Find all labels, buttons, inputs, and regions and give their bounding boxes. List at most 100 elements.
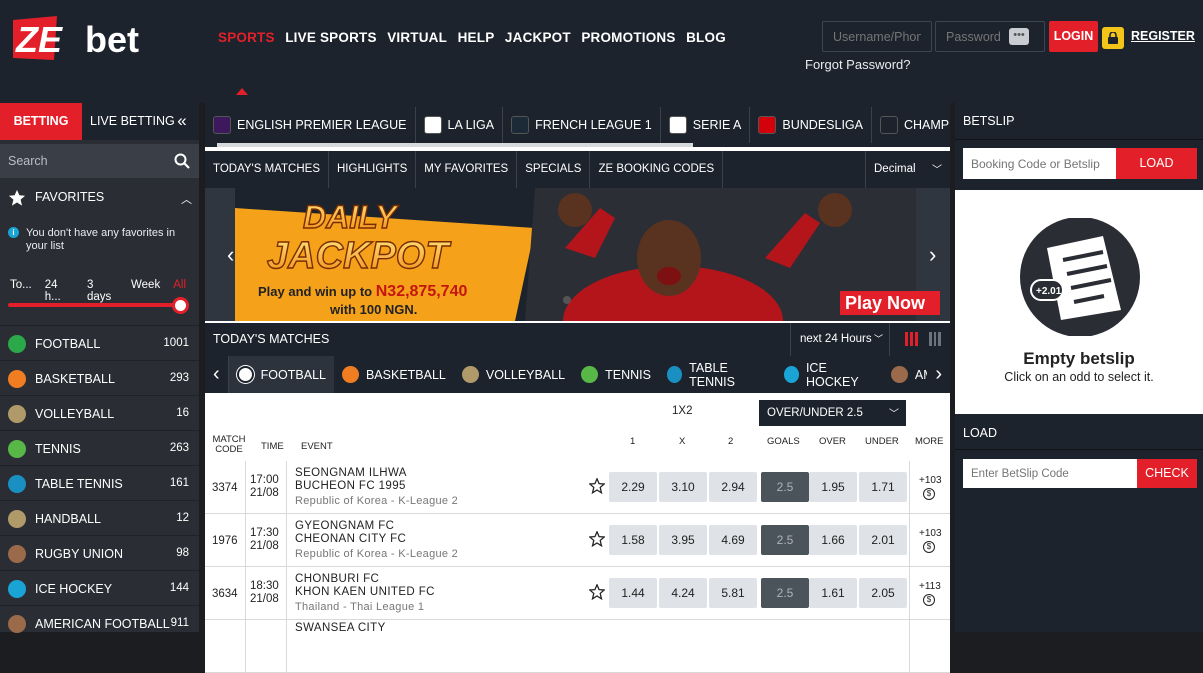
- odd-button-ox[interactable]: 3.95: [659, 525, 707, 555]
- load-button[interactable]: LOAD: [1116, 148, 1197, 179]
- subnav-highlights[interactable]: HIGHLIGHTS: [329, 151, 417, 188]
- sidebar-sport-item[interactable]: FOOTBALL 1001: [0, 325, 199, 360]
- more-markets-link[interactable]: +103: [919, 475, 942, 486]
- list-view-icon[interactable]: [905, 332, 921, 346]
- sport-tab-basketball[interactable]: BASKETBALL: [334, 356, 454, 393]
- sport-tab-volleyball[interactable]: VOLLEYBALL: [454, 356, 573, 393]
- home-team[interactable]: SWANSEA CITY: [295, 622, 386, 634]
- league-shortcut[interactable]: CHAMPIONS LEA: [872, 107, 950, 143]
- booking-code-input[interactable]: [963, 148, 1116, 179]
- grid-view-icon[interactable]: [929, 332, 942, 346]
- more-markets-icon[interactable]: $: [923, 594, 935, 606]
- home-team[interactable]: CHONBURI FC: [295, 573, 379, 585]
- odd-button-ov[interactable]: 1.61: [809, 578, 857, 608]
- promo-banner[interactable]: ‹ › DAILY JACKPOT Play and win up to N32…: [205, 188, 950, 321]
- username-input[interactable]: [822, 21, 932, 52]
- odd-button-o1[interactable]: 2.29: [609, 472, 657, 502]
- more-markets-icon[interactable]: $: [923, 541, 935, 553]
- time-range-select[interactable]: next 24 Hours ﹀: [790, 323, 890, 356]
- odd-button-o2[interactable]: 2.94: [709, 472, 757, 502]
- home-team[interactable]: GYEONGNAM FC: [295, 520, 394, 532]
- chevron-up-icon[interactable]: ︿: [181, 191, 192, 207]
- league-shortcut[interactable]: LA LIGA: [416, 107, 504, 143]
- market-select[interactable]: OVER/UNDER 2.5 ﹀: [759, 400, 906, 426]
- away-team[interactable]: KHON KAEN UNITED FC: [295, 586, 435, 598]
- more-markets-link[interactable]: +113: [919, 581, 941, 592]
- check-button[interactable]: CHECK: [1137, 459, 1197, 488]
- sport-tab-ice-hockey[interactable]: ICE HOCKEY: [776, 356, 883, 393]
- banner-next-arrow[interactable]: ›: [929, 242, 936, 267]
- time-filter-week[interactable]: Week: [131, 279, 160, 303]
- league-shortcut[interactable]: ENGLISH PREMIER LEAGUE: [205, 107, 416, 143]
- odd-button-un[interactable]: 2.01: [859, 525, 907, 555]
- sidebar-sport-item[interactable]: BASKETBALL 293: [0, 360, 199, 395]
- odd-button-un[interactable]: 1.71: [859, 472, 907, 502]
- banner-prev-arrow[interactable]: ‹: [227, 242, 234, 267]
- away-team[interactable]: CHEONAN CITY FC: [295, 533, 406, 545]
- sidebar-sport-item[interactable]: TENNIS 263: [0, 430, 199, 465]
- away-team[interactable]: BUCHEON FC 1995: [295, 480, 406, 492]
- subnav-todays-matches[interactable]: TODAY'S MATCHES: [205, 151, 329, 188]
- subnav-my-favorites[interactable]: MY FAVORITES: [416, 151, 518, 188]
- password-manager-icon[interactable]: •••: [1009, 28, 1029, 45]
- odd-button-o2[interactable]: 5.81: [709, 578, 757, 608]
- league-shortcut[interactable]: SERIE A: [661, 107, 751, 143]
- home-team[interactable]: SEONGNAM ILHWA: [295, 467, 407, 479]
- sport-tab-label: ICE HOCKEY: [805, 360, 859, 389]
- odd-button-ov[interactable]: 1.66: [809, 525, 857, 555]
- odds-format-select[interactable]: Decimal ﹀: [865, 151, 950, 188]
- favorite-star-icon[interactable]: [588, 477, 606, 499]
- nav-live-sports[interactable]: LIVE SPORTS: [285, 30, 376, 45]
- sidebar-sport-item[interactable]: RUGBY UNION 98: [0, 535, 199, 570]
- sidebar-search-input[interactable]: Search: [0, 144, 199, 178]
- odd-button-o2[interactable]: 4.69: [709, 525, 757, 555]
- sport-tabs-prev-arrow[interactable]: ‹: [205, 356, 229, 393]
- subnav-specials[interactable]: SPECIALS: [517, 151, 591, 188]
- odd-button-o1[interactable]: 1.58: [609, 525, 657, 555]
- time-filter-today[interactable]: To...: [10, 279, 32, 303]
- favorites-header[interactable]: FAVORITES: [0, 183, 199, 213]
- more-markets-link[interactable]: +103: [919, 528, 942, 539]
- odd-button-un[interactable]: 2.05: [859, 578, 907, 608]
- register-link[interactable]: REGISTER: [1131, 29, 1195, 43]
- league-shortcut[interactable]: FRENCH LEAGUE 1: [503, 107, 661, 143]
- zebet-logo[interactable]: ZE bet: [13, 16, 155, 60]
- odd-button-o1[interactable]: 1.44: [609, 578, 657, 608]
- nav-sports[interactable]: SPORTS: [218, 30, 275, 45]
- banner-play-now[interactable]: Play Now: [845, 293, 926, 313]
- sidebar-sport-item[interactable]: ICE HOCKEY 144: [0, 570, 199, 605]
- odd-button-ox[interactable]: 3.10: [659, 472, 707, 502]
- collapse-sidebar-icon[interactable]: «: [171, 112, 193, 132]
- slider-handle[interactable]: [172, 297, 189, 314]
- tab-live-betting[interactable]: LIVE BETTING: [82, 103, 183, 140]
- sidebar-sport-item[interactable]: HANDBALL 12: [0, 500, 199, 535]
- odd-button-ox[interactable]: 4.24: [659, 578, 707, 608]
- sidebar-sport-item[interactable]: AMERICAN FOOTBALL 911: [0, 605, 199, 640]
- sidebar-sport-item[interactable]: VOLLEYBALL 16: [0, 395, 199, 430]
- sidebar-sport-item[interactable]: TABLE TENNIS 161: [0, 465, 199, 500]
- nav-jackpot[interactable]: JACKPOT: [505, 30, 571, 45]
- time-filter-slider[interactable]: [8, 303, 180, 307]
- more-markets-icon[interactable]: $: [923, 488, 935, 500]
- betslip-code-input[interactable]: [963, 459, 1137, 488]
- sport-tab-table-tennis[interactable]: TABLE TENNIS: [659, 356, 776, 393]
- forgot-password-link[interactable]: Forgot Password?: [805, 57, 911, 72]
- nav-promotions[interactable]: PROMOTIONS: [581, 30, 675, 45]
- league-scrollbar[interactable]: [217, 143, 693, 147]
- nav-help[interactable]: HELP: [458, 30, 495, 45]
- league-shortcut[interactable]: BUNDESLIGA: [750, 107, 872, 143]
- nav-blog[interactable]: BLOG: [686, 30, 726, 45]
- subnav-booking-codes[interactable]: ZE BOOKING CODES: [590, 151, 724, 188]
- sport-tab-tennis[interactable]: TENNIS: [573, 356, 659, 393]
- nav-virtual[interactable]: VIRTUAL: [387, 30, 447, 45]
- search-icon[interactable]: [174, 153, 190, 169]
- login-button[interactable]: LOGIN: [1049, 21, 1098, 52]
- sport-tabs-next-arrow[interactable]: ›: [927, 356, 950, 393]
- sport-tab-football[interactable]: FOOTBALL: [228, 356, 334, 393]
- favorite-star-icon[interactable]: [588, 530, 606, 552]
- odd-button-ov[interactable]: 1.95: [809, 472, 857, 502]
- time-filter-3days[interactable]: 3 days: [87, 279, 118, 303]
- favorite-star-icon[interactable]: [588, 583, 606, 605]
- time-filter-24h[interactable]: 24 h...: [45, 279, 74, 303]
- tab-betting[interactable]: BETTING: [0, 103, 82, 140]
